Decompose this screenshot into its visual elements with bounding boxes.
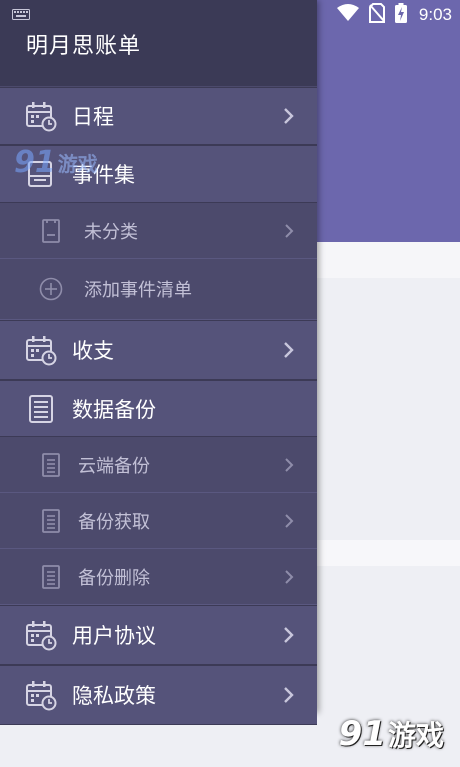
menu-subitem-cloud-backup[interactable]: 云端备份 (0, 437, 317, 493)
menu-subitem-uncategorized[interactable]: 未分类 (0, 203, 317, 259)
menu-item-schedule[interactable]: 日程 (0, 87, 317, 145)
menu-subitem-backup-delete[interactable]: 备份删除 (0, 549, 317, 605)
navigation-drawer: 明月思账单 日程 事件集 未分类 添加事件清单 收支 数据备份 云端备份 备份获… (0, 0, 317, 725)
menu-item-label: 数据备份 (72, 397, 156, 422)
chevron-right-icon (284, 108, 294, 124)
calendar-clock-icon (25, 619, 57, 651)
menu-item-label: 隐私政策 (72, 684, 156, 708)
menu-item-label: 备份删除 (78, 567, 150, 589)
menu-item-label: 日程 (72, 105, 114, 129)
watermark-text: 游戏 (387, 719, 444, 752)
menu-item-user-agreement[interactable]: 用户协议 (0, 605, 317, 665)
add-circle-icon (38, 276, 64, 302)
menu-item-data-backup[interactable]: 数据备份 (0, 380, 317, 437)
status-bar: 9:03 (336, 3, 452, 27)
menu-item-label: 添加事件清单 (84, 280, 192, 301)
wifi-icon (336, 4, 359, 26)
chevron-right-icon (285, 569, 294, 584)
watermark-logo: 91 游戏 (14, 145, 98, 180)
keyboard-icon (12, 9, 30, 20)
status-time: 9:03 (418, 5, 452, 24)
watermark-logo: 91 游戏 (339, 714, 444, 754)
chevron-right-icon (284, 627, 294, 643)
document-icon (38, 452, 64, 478)
calendar-clock-icon (25, 334, 57, 366)
document-icon (38, 218, 64, 244)
menu-subitem-backup-restore[interactable]: 备份获取 (0, 493, 317, 549)
menu-item-label: 云端备份 (78, 455, 150, 477)
menu-item-income-expense[interactable]: 收支 (0, 320, 317, 380)
document-icon (38, 564, 64, 590)
watermark-number: 91 (14, 145, 56, 180)
chevron-right-icon (284, 342, 294, 358)
calendar-clock-icon (25, 100, 57, 132)
notebook-icon (25, 393, 57, 425)
watermark-text: 游戏 (57, 152, 98, 176)
menu-item-label: 未分类 (84, 221, 138, 243)
menu-item-label: 收支 (72, 339, 114, 363)
battery-charging-icon (394, 3, 407, 27)
drawer-header: 明月思账单 (0, 0, 317, 86)
menu-item-label: 用户协议 (72, 624, 156, 648)
menu-item-privacy-policy[interactable]: 隐私政策 (0, 665, 317, 725)
chevron-right-icon (284, 687, 294, 703)
no-sim-icon (368, 3, 385, 27)
menu-item-label: 备份获取 (78, 511, 150, 533)
app-title: 明月思账单 (26, 34, 142, 59)
document-icon (38, 508, 64, 534)
chevron-right-icon (285, 513, 294, 528)
calendar-clock-icon (25, 679, 57, 711)
menu-subitem-add-event-list[interactable]: 添加事件清单 (0, 259, 317, 320)
chevron-right-icon (285, 223, 294, 238)
watermark-number: 91 (338, 714, 386, 754)
chevron-right-icon (285, 457, 294, 472)
